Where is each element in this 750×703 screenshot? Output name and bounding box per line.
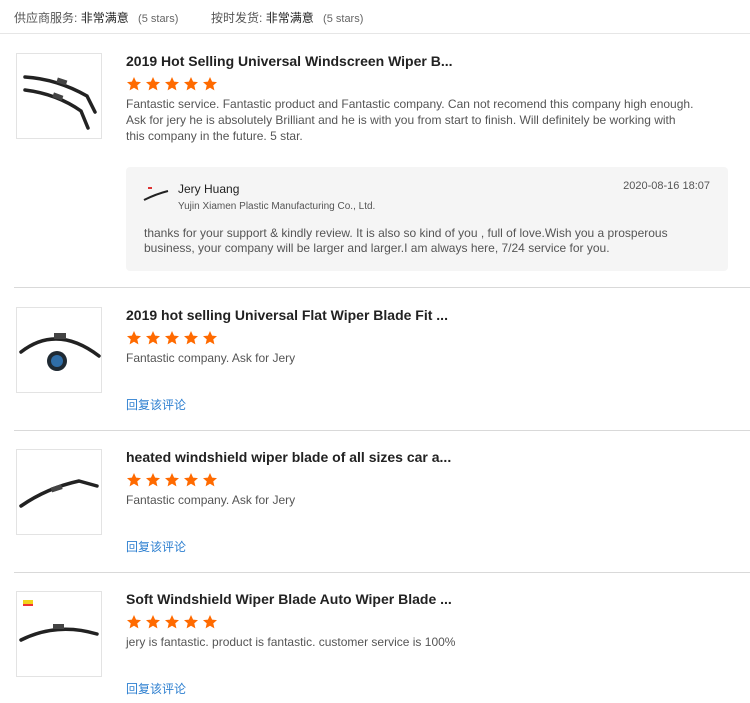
reply-to-review-link[interactable]: 回复该评论: [126, 680, 186, 697]
product-title[interactable]: 2019 hot selling Universal Flat Wiper Bl…: [126, 306, 730, 324]
star-icon: [183, 330, 199, 346]
ratings-summary-bar: 供应商服务: 非常满意 (5 stars) 按时发货: 非常满意 (5 star…: [0, 0, 750, 34]
star-icon: [145, 330, 161, 346]
supplier-service-stars: (5 stars): [138, 13, 179, 25]
reply-date: 2020-08-16 18:07: [623, 180, 710, 192]
supplier-service-label: 供应商服务:: [14, 11, 78, 25]
reply-text: thanks for your support & kindly review.…: [144, 226, 668, 255]
star-icon: [202, 472, 218, 488]
product-thumbnail[interactable]: [16, 53, 102, 139]
review-item: 2019 hot selling Universal Flat Wiper Bl…: [14, 288, 750, 431]
wiper-blade-pair-icon: [23, 75, 97, 130]
review-comment: jery is fantastic. product is fantastic.…: [126, 635, 456, 649]
star-icon: [126, 330, 142, 346]
product-title[interactable]: Soft Windshield Wiper Blade Auto Wiper B…: [126, 590, 730, 608]
heated-wiper-blade-icon: [19, 479, 99, 508]
reply-to-review-link[interactable]: 回复该评论: [126, 396, 186, 413]
reply-author-name: Jery Huang: [178, 182, 240, 196]
star-rating: [126, 614, 730, 630]
star-icon: [183, 76, 199, 92]
star-icon: [126, 76, 142, 92]
reply-to-review-link[interactable]: 回复该评论: [126, 538, 186, 555]
reply-company-name: Yujin Xiamen Plastic Manufacturing Co., …: [178, 201, 376, 212]
review-item: Soft Windshield Wiper Blade Auto Wiper B…: [14, 573, 750, 703]
star-icon: [202, 330, 218, 346]
star-rating: [126, 330, 730, 346]
product-thumbnail[interactable]: [16, 307, 102, 393]
star-icon: [126, 614, 142, 630]
review-item: 2019 Hot Selling Universal Windscreen Wi…: [14, 34, 750, 288]
star-icon: [164, 614, 180, 630]
star-icon: [145, 614, 161, 630]
review-comment: Fantastic company. Ask for Jery: [126, 493, 296, 507]
company-logo-icon: [143, 186, 169, 206]
product-title[interactable]: 2019 Hot Selling Universal Windscreen Wi…: [126, 52, 730, 70]
review-body: 2019 hot selling Universal Flat Wiper Bl…: [126, 306, 730, 366]
star-icon: [164, 330, 180, 346]
review-body: Soft Windshield Wiper Blade Auto Wiper B…: [126, 590, 730, 650]
star-icon: [145, 472, 161, 488]
review-body: heated windshield wiper blade of all siz…: [126, 448, 730, 508]
review-item: heated windshield wiper blade of all siz…: [14, 431, 750, 573]
product-thumbnail[interactable]: [16, 591, 102, 677]
star-rating: [126, 76, 730, 92]
on-time-shipment-stars: (5 stars): [323, 13, 364, 25]
review-body: 2019 Hot Selling Universal Windscreen Wi…: [126, 52, 730, 144]
flat-wiper-blade-icon: [19, 333, 101, 371]
star-rating: [126, 472, 730, 488]
star-icon: [183, 472, 199, 488]
supplier-reply: Jery Huang Yujin Xiamen Plastic Manufact…: [126, 167, 728, 271]
on-time-shipment-value: 非常满意: [265, 11, 314, 25]
star-icon: [164, 76, 180, 92]
star-icon: [126, 472, 142, 488]
on-time-shipment-rating: 按时发货: 非常满意 (5 stars): [211, 9, 363, 26]
review-comment: Fantastic service. Fantastic product and…: [126, 97, 694, 143]
product-title[interactable]: heated windshield wiper blade of all siz…: [126, 448, 730, 466]
star-icon: [164, 472, 180, 488]
star-icon: [202, 614, 218, 630]
on-time-shipment-label: 按时发货:: [211, 11, 263, 25]
supplier-service-value: 非常满意: [80, 11, 129, 25]
star-icon: [183, 614, 199, 630]
star-icon: [202, 76, 218, 92]
review-comment: Fantastic company. Ask for Jery: [126, 351, 296, 365]
supplier-service-rating: 供应商服务: 非常满意 (5 stars): [14, 9, 178, 26]
soft-wiper-blade-icon: [19, 600, 99, 642]
product-thumbnail[interactable]: [16, 449, 102, 535]
star-icon: [145, 76, 161, 92]
